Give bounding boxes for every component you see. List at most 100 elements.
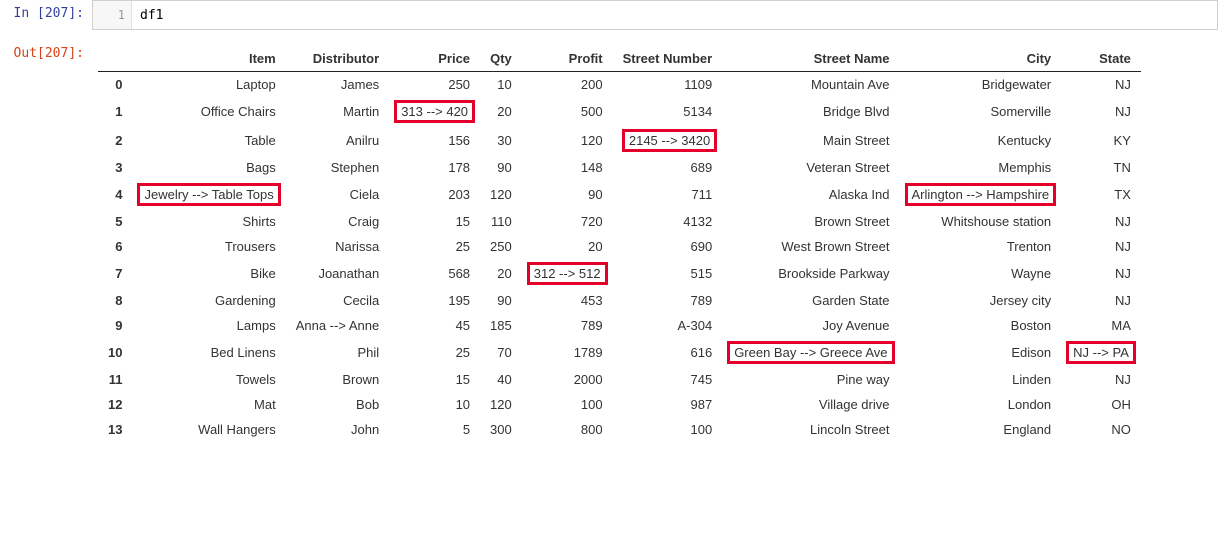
table-row: 8GardeningCecila19590453789Garden StateJ… <box>98 288 1141 313</box>
cell: Boston <box>900 313 1062 338</box>
cell: Green Bay --> Greece Ave <box>722 338 899 367</box>
row-index: 1 <box>98 97 132 126</box>
column-header: Profit <box>522 46 613 72</box>
cell: 20 <box>480 97 522 126</box>
cell: Garden State <box>722 288 899 313</box>
table-row: 0LaptopJames250102001109Mountain AveBrid… <box>98 72 1141 98</box>
cell: 15 <box>389 367 480 392</box>
cell: 185 <box>480 313 522 338</box>
cell: KY <box>1061 126 1141 155</box>
cell: 453 <box>522 288 613 313</box>
input-prompt: In [207]: <box>0 0 92 21</box>
cell: Pine way <box>722 367 899 392</box>
cell: 100 <box>522 392 613 417</box>
cell: 568 <box>389 259 480 288</box>
cell: Jewelry --> Table Tops <box>132 180 285 209</box>
cell: 40 <box>480 367 522 392</box>
cell: 90 <box>480 155 522 180</box>
change-highlight: 312 --> 512 <box>527 262 608 285</box>
cell: Wall Hangers <box>132 417 285 442</box>
cell: Joy Avenue <box>722 313 899 338</box>
header-row: ItemDistributorPriceQtyProfitStreet Numb… <box>98 46 1141 72</box>
cell: Bed Linens <box>132 338 285 367</box>
column-header: Street Number <box>613 46 723 72</box>
cell: Mountain Ave <box>722 72 899 98</box>
column-header: Street Name <box>722 46 899 72</box>
cell: NJ <box>1061 259 1141 288</box>
cell: 800 <box>522 417 613 442</box>
cell: Cecila <box>286 288 389 313</box>
table-body: 0LaptopJames250102001109Mountain AveBrid… <box>98 72 1141 443</box>
cell: Linden <box>900 367 1062 392</box>
cell: Martin <box>286 97 389 126</box>
cell: Bags <box>132 155 285 180</box>
row-index: 7 <box>98 259 132 288</box>
cell: 25 <box>389 338 480 367</box>
row-index: 13 <box>98 417 132 442</box>
table-row: 9LampsAnna --> Anne45185789A-304Joy Aven… <box>98 313 1141 338</box>
cell: Craig <box>286 209 389 234</box>
cell: 313 --> 420 <box>389 97 480 126</box>
row-index: 5 <box>98 209 132 234</box>
cell: Wayne <box>900 259 1062 288</box>
cell: Bridge Blvd <box>722 97 899 126</box>
cell: Gardening <box>132 288 285 313</box>
cell: 90 <box>480 288 522 313</box>
cell: Mat <box>132 392 285 417</box>
cell: 20 <box>522 234 613 259</box>
cell: England <box>900 417 1062 442</box>
cell: Main Street <box>722 126 899 155</box>
table-row: 7BikeJoanathan56820312 --> 512515Brooksi… <box>98 259 1141 288</box>
cell: Somerville <box>900 97 1062 126</box>
cell: 2000 <box>522 367 613 392</box>
cell: Brookside Parkway <box>722 259 899 288</box>
cell: Lincoln Street <box>722 417 899 442</box>
cell: 10 <box>389 392 480 417</box>
cell: Alaska Ind <box>722 180 899 209</box>
cell: NJ <box>1061 72 1141 98</box>
change-highlight: NJ --> PA <box>1066 341 1136 364</box>
change-highlight: Jewelry --> Table Tops <box>137 183 280 206</box>
cell: 25 <box>389 234 480 259</box>
cell: 312 --> 512 <box>522 259 613 288</box>
cell: 720 <box>522 209 613 234</box>
table-row: 10Bed LinensPhil25701789616Green Bay -->… <box>98 338 1141 367</box>
cell: 5134 <box>613 97 723 126</box>
code-editor[interactable]: 1 df1 <box>92 0 1218 30</box>
cell: 300 <box>480 417 522 442</box>
output-prompt: Out[207]: <box>0 40 92 61</box>
row-index: 10 <box>98 338 132 367</box>
table-row: 12MatBob10120100987Village driveLondonOH <box>98 392 1141 417</box>
cell: NJ <box>1061 209 1141 234</box>
cell: Joanathan <box>286 259 389 288</box>
change-highlight: 2145 --> 3420 <box>622 129 717 152</box>
row-index: 8 <box>98 288 132 313</box>
cell: 45 <box>389 313 480 338</box>
change-highlight: Green Bay --> Greece Ave <box>727 341 894 364</box>
cell: 987 <box>613 392 723 417</box>
cell: Bike <box>132 259 285 288</box>
cell: 689 <box>613 155 723 180</box>
column-header: Price <box>389 46 480 72</box>
table-row: 5ShirtsCraig151107204132Brown StreetWhit… <box>98 209 1141 234</box>
cell: 2145 --> 3420 <box>613 126 723 155</box>
cell: Anilru <box>286 126 389 155</box>
cell: A-304 <box>613 313 723 338</box>
cell: Phil <box>286 338 389 367</box>
cell: 156 <box>389 126 480 155</box>
code-line[interactable]: df1 <box>132 1 1217 29</box>
cell: 515 <box>613 259 723 288</box>
cell: 30 <box>480 126 522 155</box>
cell: 745 <box>613 367 723 392</box>
cell: 1109 <box>613 72 723 98</box>
cell: NJ <box>1061 97 1141 126</box>
cell: 120 <box>480 392 522 417</box>
cell: NJ <box>1061 234 1141 259</box>
table-row: 2TableAnilru156301202145 --> 3420Main St… <box>98 126 1141 155</box>
cell: 178 <box>389 155 480 180</box>
cell: Brown Street <box>722 209 899 234</box>
table-row: 13Wall HangersJohn5300800100Lincoln Stre… <box>98 417 1141 442</box>
dataframe-table: ItemDistributorPriceQtyProfitStreet Numb… <box>98 46 1141 442</box>
cell: Towels <box>132 367 285 392</box>
cell: MA <box>1061 313 1141 338</box>
